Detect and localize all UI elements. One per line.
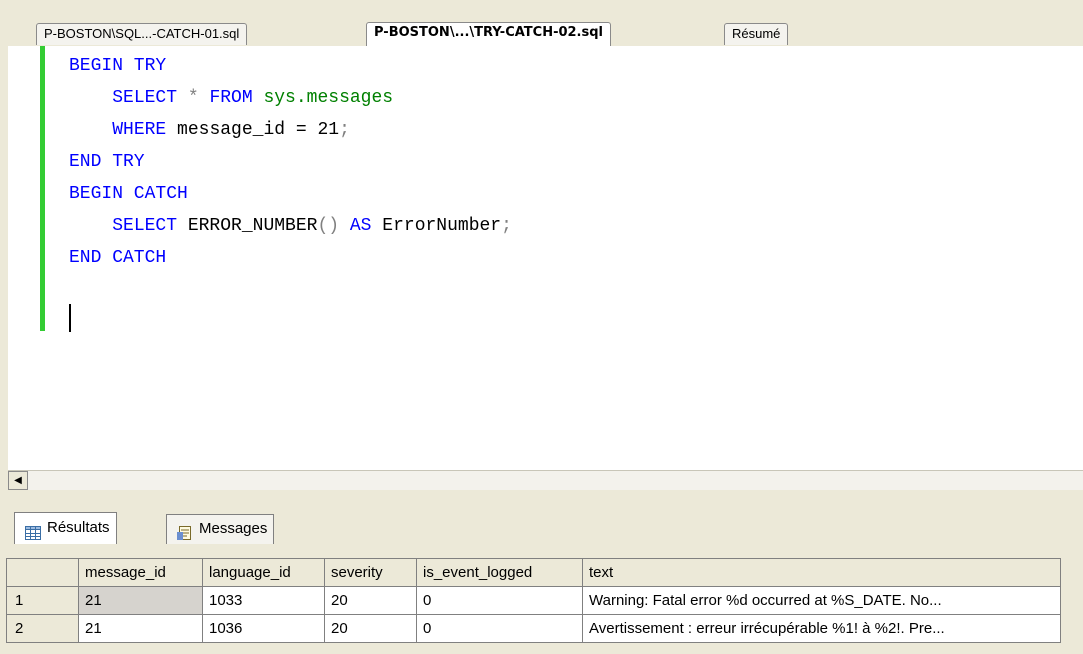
tab-results[interactable]: Résultats bbox=[14, 512, 117, 544]
code-token: ; bbox=[339, 120, 350, 140]
tab-messages-label: Messages bbox=[199, 520, 268, 537]
column-header[interactable]: text bbox=[582, 558, 1061, 587]
table-cell[interactable]: 21 bbox=[78, 614, 203, 643]
code-token: ; bbox=[501, 216, 512, 236]
code-token: * bbox=[177, 88, 210, 108]
table-row[interactable]: 2 21 1036 20 0 Avertissement : erreur ir… bbox=[6, 614, 1061, 643]
table-cell[interactable]: 0 bbox=[416, 586, 583, 615]
code-token: ERROR_NUMBER bbox=[177, 216, 318, 236]
tab-messages[interactable]: Messages bbox=[166, 514, 275, 544]
table-cell[interactable]: 20 bbox=[324, 586, 417, 615]
change-tracking-bar bbox=[40, 46, 45, 331]
tab-try-catch-01[interactable]: P-BOSTON\SQL...-CATCH-01.sql bbox=[36, 23, 248, 45]
document-tab-strip: P-BOSTON\SQL...-CATCH-01.sql P-BOSTON\..… bbox=[0, 0, 1083, 47]
sql-code[interactable]: BEGIN TRY SELECT * FROM sys.messages WHE… bbox=[69, 50, 512, 274]
column-header[interactable]: language_id bbox=[202, 558, 325, 587]
code-token: END CATCH bbox=[69, 248, 167, 268]
code-token: () bbox=[317, 216, 340, 236]
code-token: WHERE bbox=[112, 120, 167, 140]
code-token: SELECT bbox=[112, 216, 178, 236]
editor-horizontal-scrollbar[interactable]: ◀ bbox=[8, 470, 1083, 490]
results-tab-strip: Résultats Messages bbox=[0, 506, 1083, 546]
table-cell[interactable]: 1033 bbox=[202, 586, 325, 615]
grid-icon bbox=[25, 521, 41, 541]
code-token: sys.messages bbox=[252, 88, 394, 108]
code-token: message_id = 21 bbox=[166, 120, 340, 140]
code-token: FROM bbox=[209, 88, 253, 108]
table-row[interactable]: 1 21 1033 20 0 Warning: Fatal error %d o… bbox=[6, 586, 1061, 615]
row-number[interactable]: 1 bbox=[6, 586, 79, 615]
results-grid[interactable]: message_id language_id severity is_event… bbox=[6, 558, 1061, 643]
column-header[interactable]: message_id bbox=[78, 558, 203, 587]
code-token: AS bbox=[339, 216, 372, 236]
text-caret bbox=[69, 304, 71, 332]
table-cell[interactable]: 20 bbox=[324, 614, 417, 643]
code-token: BEGIN CATCH bbox=[69, 184, 188, 204]
code-token: SELECT bbox=[112, 88, 178, 108]
tab-resume[interactable]: Résumé bbox=[724, 23, 789, 45]
grid-header-row: message_id language_id severity is_event… bbox=[6, 558, 1061, 587]
row-number[interactable]: 2 bbox=[6, 614, 79, 643]
scroll-left-arrow-icon[interactable]: ◀ bbox=[8, 471, 28, 490]
query-editor[interactable]: BEGIN TRY SELECT * FROM sys.messages WHE… bbox=[0, 46, 1083, 470]
tab-results-label: Résultats bbox=[47, 519, 110, 536]
table-cell[interactable]: 21 bbox=[78, 586, 203, 615]
table-cell[interactable]: Warning: Fatal error %d occurred at %S_D… bbox=[582, 586, 1061, 615]
tab-try-catch-02[interactable]: P-BOSTON\...\TRY-CATCH-02.sql bbox=[366, 22, 611, 46]
code-token: END TRY bbox=[69, 152, 145, 172]
column-header[interactable]: severity bbox=[324, 558, 417, 587]
column-header[interactable]: is_event_logged bbox=[416, 558, 583, 587]
grid-corner[interactable] bbox=[6, 558, 79, 587]
code-token: ErrorNumber bbox=[371, 216, 502, 236]
table-cell[interactable]: 0 bbox=[416, 614, 583, 643]
editor-left-margin bbox=[0, 46, 8, 470]
messages-icon bbox=[177, 522, 193, 541]
table-cell[interactable]: Avertissement : erreur irrécupérable %1!… bbox=[582, 614, 1061, 643]
table-cell[interactable]: 1036 bbox=[202, 614, 325, 643]
code-token: BEGIN TRY bbox=[69, 56, 167, 76]
